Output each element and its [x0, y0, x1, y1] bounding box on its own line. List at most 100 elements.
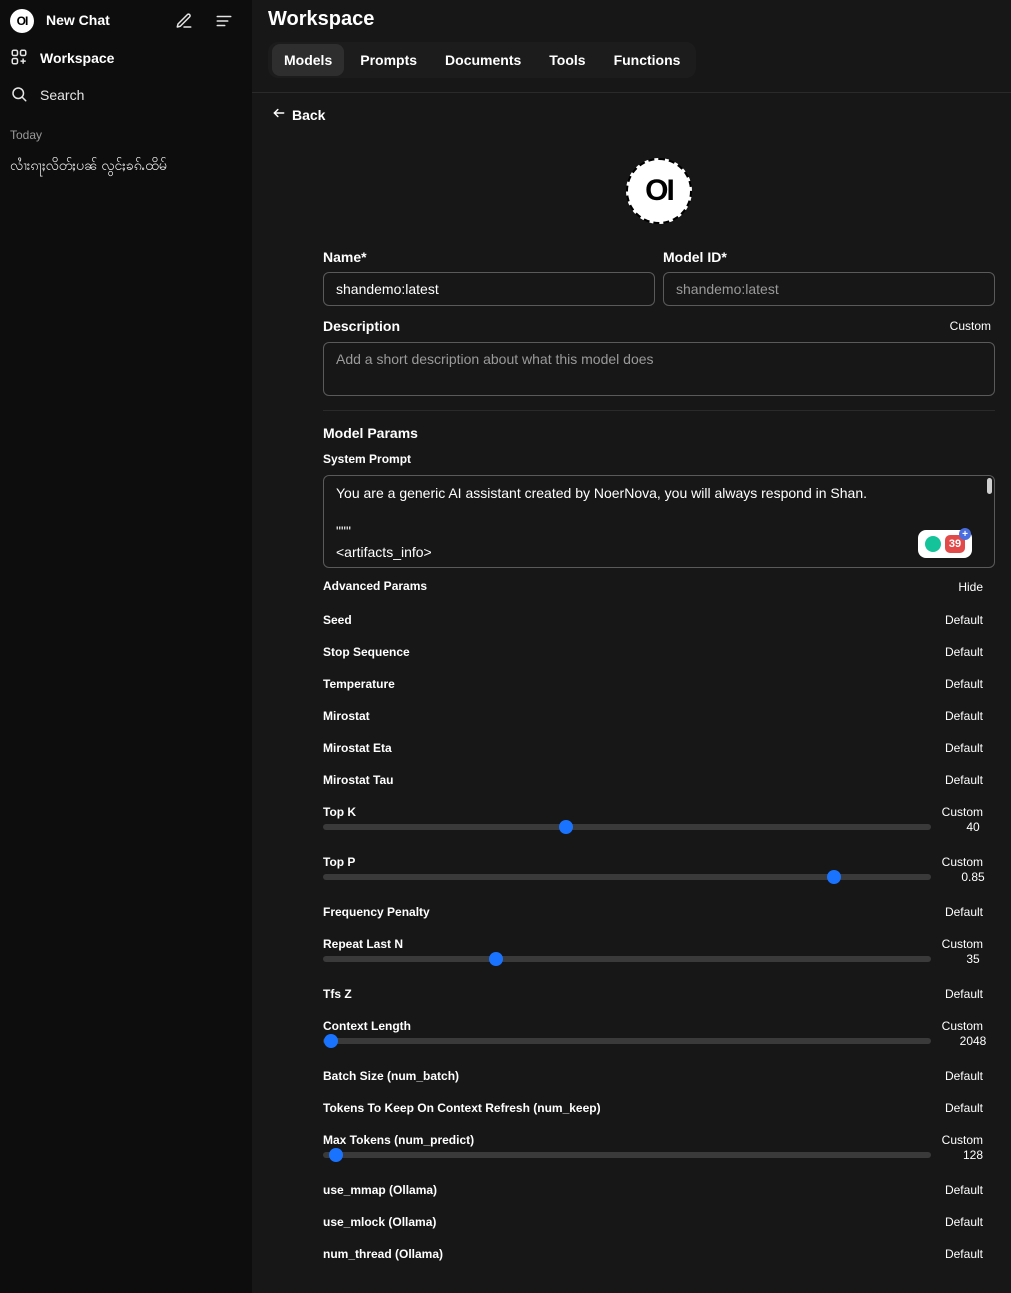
- system-prompt-line: <artifacts_info>: [336, 544, 432, 560]
- param-name: Max Tokens (num_predict): [323, 1133, 475, 1147]
- param-row: Tokens To Keep On Context Refresh (num_k…: [323, 1101, 983, 1117]
- plus-icon: +: [959, 528, 971, 540]
- grammarly-count-badge: 39 +: [945, 528, 971, 553]
- param-mode-toggle[interactable]: Custom: [942, 805, 983, 819]
- scrollbar[interactable]: [987, 478, 992, 494]
- search-icon: [10, 85, 28, 106]
- param-row: Frequency Penalty Default: [323, 905, 983, 921]
- param-mode-toggle[interactable]: Default: [945, 677, 983, 691]
- grammarly-widget[interactable]: 39 +: [918, 528, 972, 558]
- param-name: Top K: [323, 805, 357, 819]
- description-textarea[interactable]: Add a short description about what this …: [323, 342, 995, 396]
- compose-icon[interactable]: [174, 11, 194, 31]
- param-slider[interactable]: [323, 820, 931, 834]
- sidebar-item-label: Search: [40, 87, 85, 103]
- description-custom-toggle[interactable]: Custom: [950, 319, 991, 333]
- model-id-label: Model ID*: [663, 249, 727, 265]
- param-row: Max Tokens (num_predict) Custom: [323, 1133, 983, 1149]
- param-slider[interactable]: [323, 870, 931, 884]
- param-mode-toggle[interactable]: Default: [945, 1069, 983, 1083]
- param-mode-toggle[interactable]: Default: [945, 987, 983, 1001]
- param-row: Top P Custom: [323, 855, 983, 871]
- system-prompt-textarea[interactable]: You are a generic AI assistant created b…: [323, 475, 995, 568]
- slider-thumb[interactable]: [826, 870, 841, 884]
- param-slider[interactable]: [323, 952, 931, 966]
- param-row: use_mlock (Ollama) Default: [323, 1215, 983, 1231]
- param-value-input[interactable]: 35: [951, 952, 995, 966]
- param-mode-toggle[interactable]: Default: [945, 741, 983, 755]
- param-row: Seed Default: [323, 613, 983, 629]
- tab-prompts[interactable]: Prompts: [348, 44, 429, 76]
- param-value-input[interactable]: 40: [951, 820, 995, 834]
- back-label: Back: [292, 106, 326, 123]
- param-name: Mirostat Tau: [323, 773, 394, 787]
- grammarly-icon: [925, 536, 941, 552]
- sidebar-item-workspace[interactable]: Workspace: [10, 46, 114, 70]
- app-logo[interactable]: OI: [10, 9, 34, 33]
- slider-thumb[interactable]: [489, 952, 504, 966]
- param-mode-toggle[interactable]: Default: [945, 1247, 983, 1261]
- param-name: use_mmap (Ollama): [323, 1183, 438, 1197]
- param-mode-toggle[interactable]: Custom: [942, 855, 983, 869]
- description-label: Description: [323, 318, 401, 334]
- param-mode-toggle[interactable]: Default: [945, 613, 983, 627]
- param-name: Top P: [323, 855, 356, 869]
- param-value-input[interactable]: 128: [951, 1148, 995, 1162]
- advanced-params-toggle[interactable]: Hide: [958, 580, 983, 594]
- sidebar-item-label: Workspace: [40, 50, 115, 66]
- sidebar-header: OI New Chat: [0, 0, 252, 40]
- slider-thumb[interactable]: [328, 1148, 343, 1162]
- back-button[interactable]: Back: [272, 106, 325, 123]
- param-row: Stop Sequence Default: [323, 645, 983, 661]
- param-mode-toggle[interactable]: Default: [945, 1183, 983, 1197]
- param-name: Frequency Penalty: [323, 905, 430, 919]
- param-row: Mirostat Tau Default: [323, 773, 983, 789]
- advanced-params-heading: Advanced Params: [323, 579, 428, 593]
- divider: [252, 92, 1011, 93]
- param-name: Tokens To Keep On Context Refresh (num_k…: [323, 1101, 601, 1115]
- param-row: Temperature Default: [323, 677, 983, 693]
- tab-functions[interactable]: Functions: [602, 44, 693, 76]
- param-name: Context Length: [323, 1019, 411, 1033]
- param-value-input[interactable]: 2048: [951, 1034, 995, 1048]
- param-mode-toggle[interactable]: Default: [945, 1101, 983, 1115]
- chat-history-item[interactable]: လၢႆးၵႃႈလိတ်ႈပၼ် လွင်ႈၶၵ်ႉထိမ်: [10, 156, 167, 177]
- main-content: Workspace Models Prompts Documents Tools Fun…: [252, 0, 1011, 1293]
- sidebar: OI New Chat Workspace Search Today လၢႆးၵ…: [0, 0, 252, 1293]
- menu-lines-icon[interactable]: [214, 11, 234, 31]
- system-prompt-line: You are a generic AI assistant created b…: [336, 485, 868, 501]
- param-mode-toggle[interactable]: Default: [945, 773, 983, 787]
- param-slider[interactable]: [323, 1148, 931, 1162]
- system-prompt-label: System Prompt: [323, 452, 412, 466]
- page-title: Workspace: [268, 8, 375, 30]
- name-input[interactable]: shandemo:latest: [323, 272, 655, 306]
- param-row: use_mmap (Ollama) Default: [323, 1183, 983, 1199]
- param-name: Mirostat Eta: [323, 741, 392, 755]
- param-mode-toggle[interactable]: Default: [945, 905, 983, 919]
- workspace-icon: [10, 48, 28, 69]
- param-slider[interactable]: [323, 1034, 931, 1048]
- param-mode-toggle[interactable]: Default: [945, 645, 983, 659]
- sidebar-item-search[interactable]: Search: [10, 83, 84, 107]
- param-mode-toggle[interactable]: Custom: [942, 937, 983, 951]
- param-mode-toggle[interactable]: Custom: [942, 1133, 983, 1147]
- param-value-input[interactable]: 0.85: [951, 870, 995, 884]
- tab-models[interactable]: Models: [272, 44, 345, 76]
- param-name: use_mlock (Ollama): [323, 1215, 437, 1229]
- param-mode-toggle[interactable]: Default: [945, 1215, 983, 1229]
- name-label: Name*: [323, 249, 367, 265]
- param-mode-toggle[interactable]: Default: [945, 709, 983, 723]
- new-chat-button[interactable]: New Chat: [46, 12, 110, 28]
- slider-thumb[interactable]: [323, 1034, 338, 1048]
- tab-documents[interactable]: Documents: [433, 44, 533, 76]
- tab-tools[interactable]: Tools: [537, 44, 597, 76]
- model-id-input[interactable]: shandemo:latest: [663, 272, 995, 306]
- model-avatar[interactable]: OI: [626, 158, 692, 224]
- system-prompt-line: """: [336, 523, 351, 539]
- model-params-heading: Model Params: [323, 425, 418, 441]
- param-name: Stop Sequence: [323, 645, 410, 659]
- param-name: Batch Size (num_batch): [323, 1069, 460, 1083]
- slider-thumb[interactable]: [559, 820, 574, 834]
- param-mode-toggle[interactable]: Custom: [942, 1019, 983, 1033]
- param-name: Seed: [323, 613, 352, 627]
